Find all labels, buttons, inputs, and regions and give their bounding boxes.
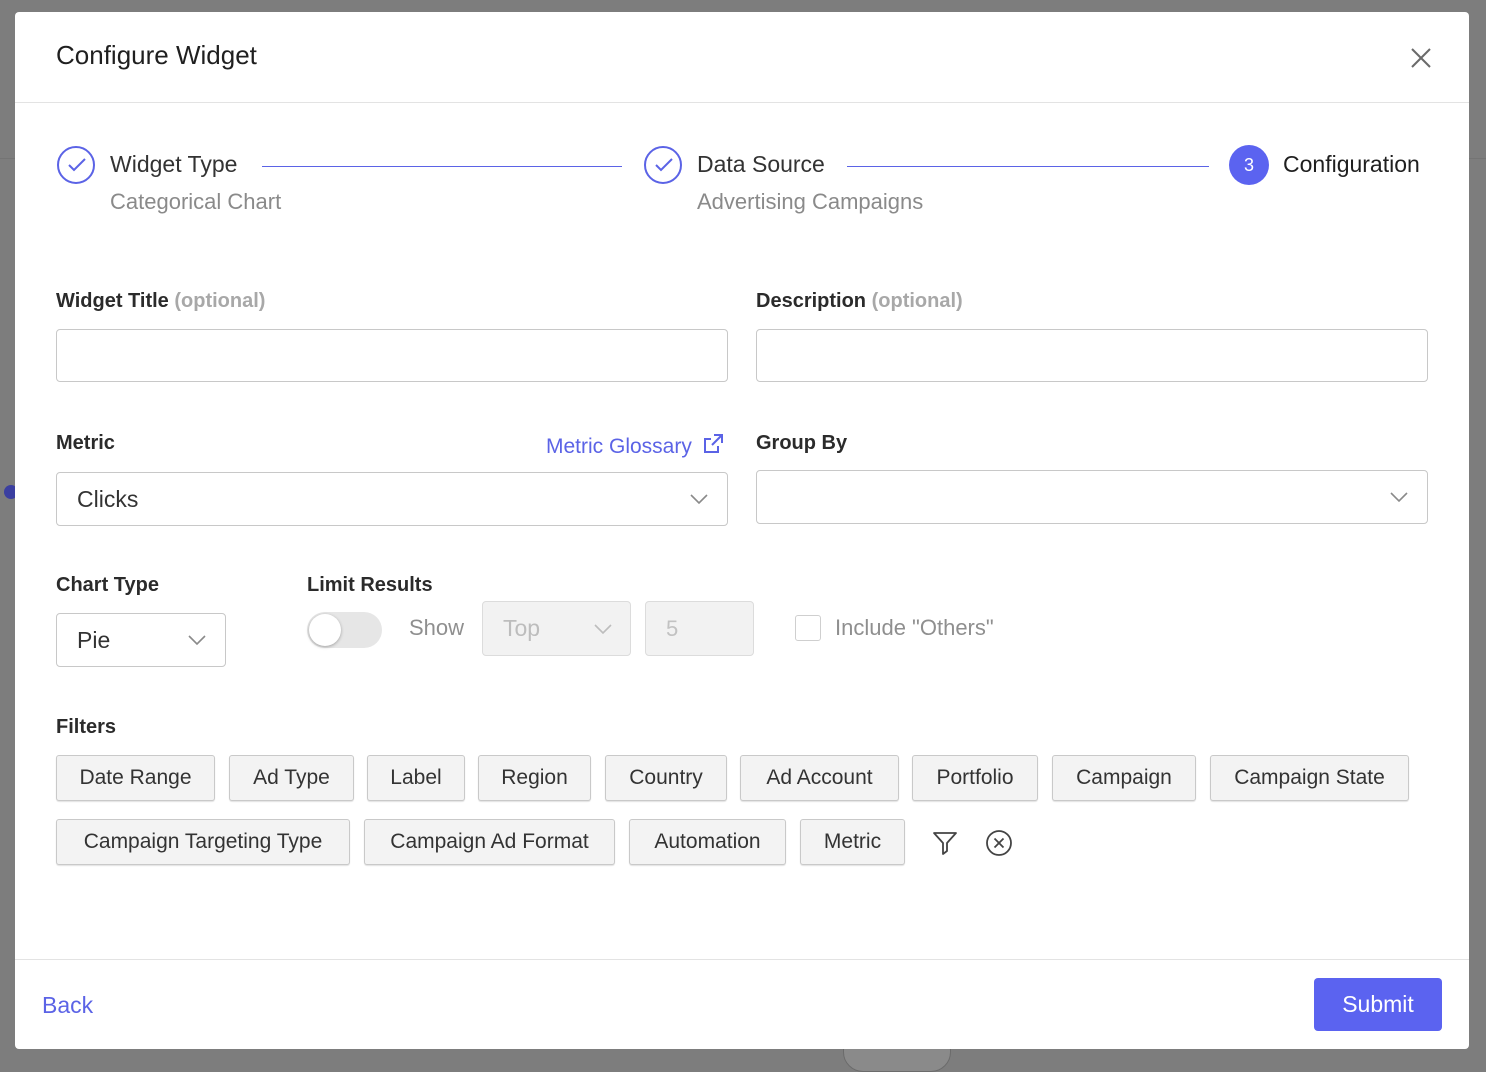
group-by-select[interactable] xyxy=(756,470,1428,524)
step-2-complete-indicator xyxy=(644,146,682,184)
step-connector xyxy=(847,166,1209,167)
filter-chip-ad-account[interactable]: Ad Account xyxy=(740,755,899,801)
chart-type-select[interactable]: Pie xyxy=(56,613,226,667)
check-icon xyxy=(68,158,86,172)
filter-chip-country[interactable]: Country xyxy=(605,755,727,801)
chart-type-select-value: Pie xyxy=(77,626,111,653)
widget-title-input[interactable] xyxy=(56,329,728,382)
chart-type-label: Chart Type xyxy=(56,574,159,596)
description-input[interactable] xyxy=(756,329,1428,382)
include-others-label: Include "Others" xyxy=(835,615,994,640)
widget-title-label: Widget Title (optional) xyxy=(56,290,266,312)
clear-circle-icon xyxy=(986,830,1012,856)
metric-label: Metric xyxy=(56,432,115,454)
filter-chip-campaign-targeting-type[interactable]: Campaign Targeting Type xyxy=(56,819,350,865)
close-button[interactable] xyxy=(1405,42,1437,74)
step-2-label: Data Source xyxy=(697,151,825,177)
filter-chip-date-range[interactable]: Date Range xyxy=(56,755,215,801)
external-link-icon xyxy=(703,434,723,453)
limit-count-input[interactable]: 5 xyxy=(645,601,754,656)
step-2-sublabel: Advertising Campaigns xyxy=(697,189,924,214)
filter-chip-campaign-state[interactable]: Campaign State xyxy=(1210,755,1409,801)
modal-footer xyxy=(15,959,1469,1049)
limit-results-toggle[interactable] xyxy=(307,612,382,648)
filter-chip-campaign-ad-format[interactable]: Campaign Ad Format xyxy=(364,819,615,865)
filter-chip-portfolio[interactable]: Portfolio xyxy=(912,755,1038,801)
funnel-icon xyxy=(933,832,957,855)
toggle-knob xyxy=(309,614,341,646)
step-1-label: Widget Type xyxy=(110,151,238,177)
close-icon xyxy=(1411,48,1431,68)
submit-button[interactable]: Submit xyxy=(1314,978,1442,1031)
back-button[interactable]: Back xyxy=(42,992,93,1019)
metric-select[interactable]: Clicks xyxy=(56,472,728,526)
modal-header: Configure Widget xyxy=(15,12,1469,103)
add-filter-button[interactable] xyxy=(932,830,958,861)
include-others-checkbox[interactable] xyxy=(795,615,821,641)
metric-glossary-link[interactable]: Metric Glossary xyxy=(546,433,724,459)
step-1-sublabel: Categorical Chart xyxy=(110,189,282,214)
filter-chip-metric[interactable]: Metric xyxy=(800,819,905,865)
clear-filters-button[interactable] xyxy=(985,829,1013,862)
optional-hint: (optional) xyxy=(871,290,963,312)
check-icon xyxy=(655,158,673,172)
chevron-down-icon xyxy=(690,494,708,505)
filters-label: Filters xyxy=(56,716,117,738)
filter-chip-campaign[interactable]: Campaign xyxy=(1052,755,1196,801)
description-label: Description (optional) xyxy=(756,290,963,312)
chevron-down-icon xyxy=(188,635,206,646)
show-label: Show xyxy=(409,615,465,640)
filter-chip-region[interactable]: Region xyxy=(478,755,591,801)
chevron-down-icon xyxy=(1390,492,1408,503)
modal-title: Configure Widget xyxy=(56,40,257,70)
group-by-label: Group By xyxy=(756,432,848,454)
step-connector xyxy=(262,166,622,167)
filter-chip-ad-type[interactable]: Ad Type xyxy=(229,755,354,801)
step-3-number-badge: 3 xyxy=(1229,145,1269,185)
filter-chip-label[interactable]: Label xyxy=(367,755,465,801)
filter-chip-automation[interactable]: Automation xyxy=(629,819,786,865)
configure-widget-modal: Configure Widget Widget Type Categorical… xyxy=(15,12,1469,1049)
chevron-down-icon xyxy=(594,623,612,634)
limit-results-label: Limit Results xyxy=(307,574,433,596)
optional-hint: (optional) xyxy=(174,290,266,312)
metric-select-value: Clicks xyxy=(77,485,139,512)
step-3-label: Configuration xyxy=(1283,151,1420,177)
step-1-complete-indicator xyxy=(57,146,95,184)
limit-direction-select[interactable]: Top xyxy=(482,601,631,656)
limit-direction-value: Top xyxy=(503,615,541,641)
